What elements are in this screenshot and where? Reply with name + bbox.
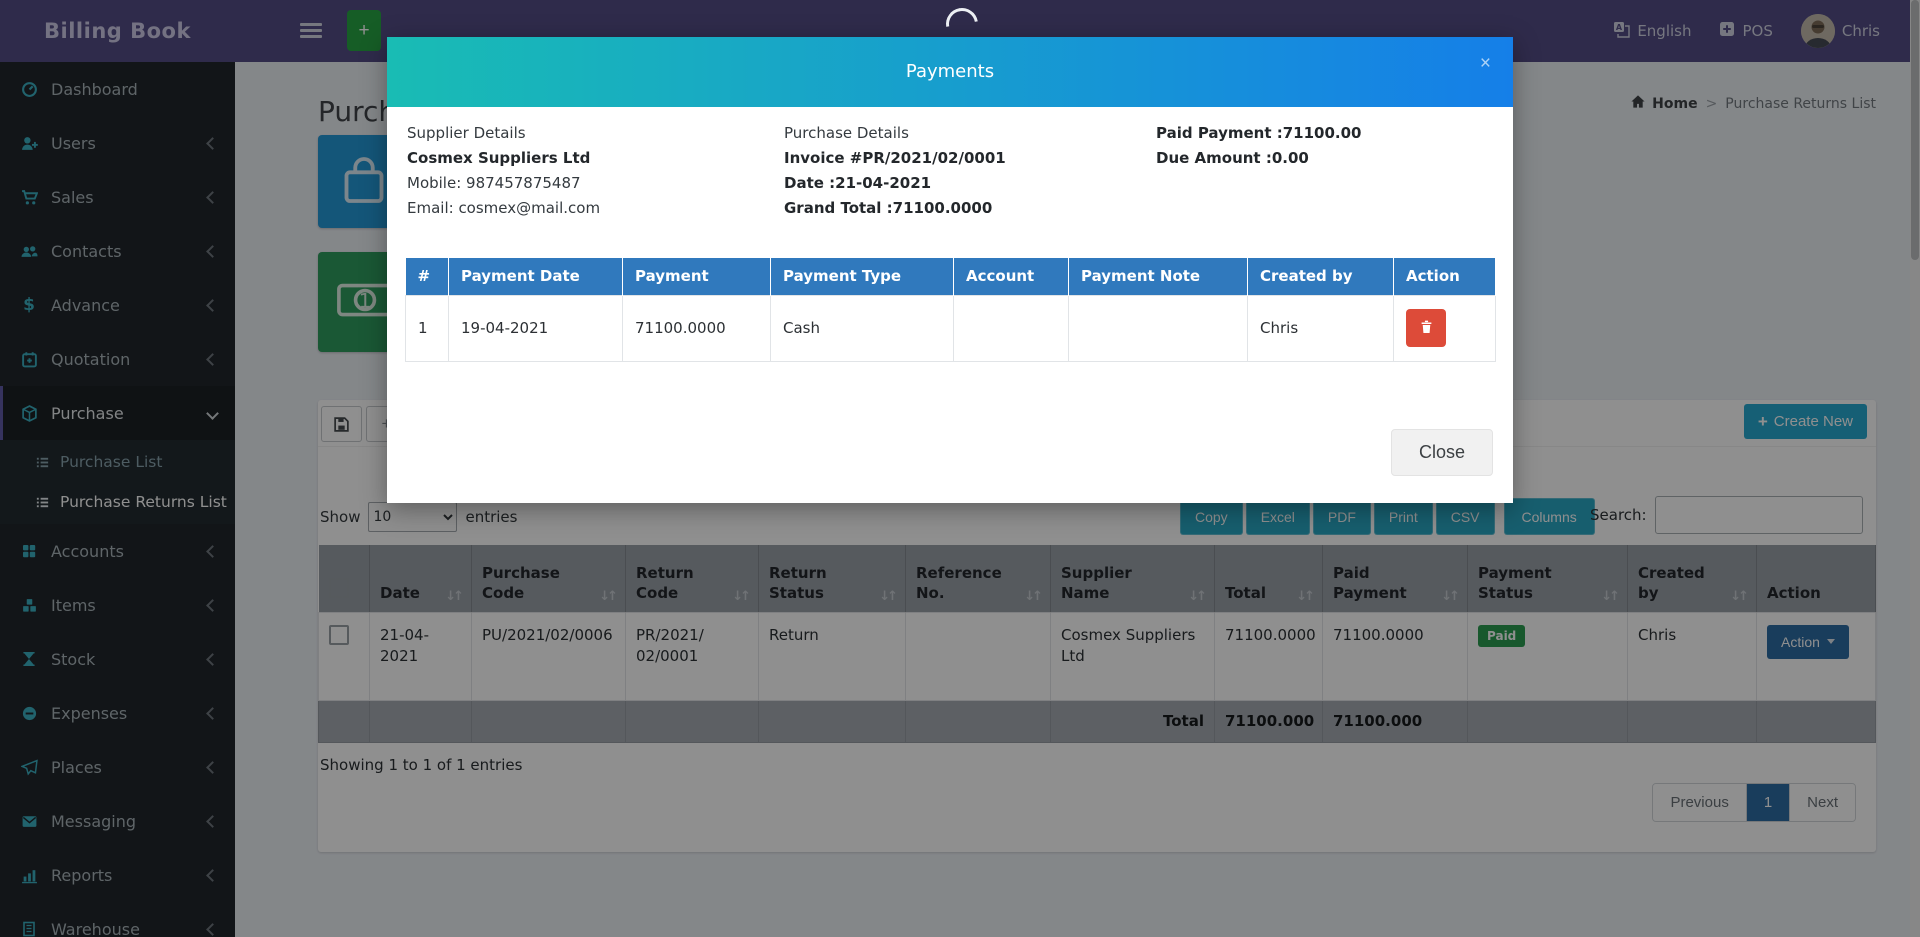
col-payment-note: Payment Note bbox=[1069, 258, 1248, 295]
payment-summary: Paid Payment :71100.00 Due Amount :0.00 bbox=[1156, 121, 1361, 221]
supplier-details: Supplier Details Cosmex Suppliers Ltd Mo… bbox=[407, 121, 784, 221]
payment-row: 1 19-04-2021 71100.0000 Cash Chris bbox=[406, 295, 1496, 361]
purchase-grand-total: Grand Total :71100.0000 bbox=[784, 196, 1156, 221]
supplier-email: Email: cosmex@mail.com bbox=[407, 196, 784, 221]
due-amount: Due Amount :0.00 bbox=[1156, 146, 1361, 171]
purchase-details-heading: Purchase Details bbox=[784, 121, 1156, 146]
close-icon[interactable]: × bbox=[1480, 54, 1491, 73]
payment-created-by: Chris bbox=[1248, 295, 1394, 361]
payment-details: Supplier Details Cosmex Suppliers Ltd Mo… bbox=[387, 121, 1513, 221]
payments-modal: Payments × Supplier Details Cosmex Suppl… bbox=[387, 37, 1513, 503]
purchase-date: Date :21-04-2021 bbox=[784, 171, 1156, 196]
col-payment-date: Payment Date bbox=[449, 258, 623, 295]
supplier-name: Cosmex Suppliers Ltd bbox=[407, 146, 784, 171]
payment-amount: 71100.0000 bbox=[623, 295, 771, 361]
col-payment: Payment bbox=[623, 258, 771, 295]
purchase-details: Purchase Details Invoice #PR/2021/02/000… bbox=[784, 121, 1156, 221]
payment-type: Cash bbox=[771, 295, 954, 361]
payment-account bbox=[954, 295, 1069, 361]
delete-payment-button[interactable] bbox=[1406, 309, 1446, 347]
supplier-mobile: Mobile: 987457875487 bbox=[407, 171, 784, 196]
modal-header: Payments × bbox=[387, 37, 1513, 107]
paid-payment: Paid Payment :71100.00 bbox=[1156, 121, 1361, 146]
payments-table: # Payment Date Payment Payment Type Acco… bbox=[405, 258, 1496, 362]
payment-num: 1 bbox=[406, 295, 449, 361]
purchase-invoice: Invoice #PR/2021/02/0001 bbox=[784, 146, 1156, 171]
col-num: # bbox=[406, 258, 449, 295]
modal-close-button[interactable]: Close bbox=[1391, 429, 1493, 476]
trash-icon bbox=[1419, 319, 1434, 338]
payment-note bbox=[1069, 295, 1248, 361]
payment-date: 19-04-2021 bbox=[449, 295, 623, 361]
col-created-by: Created by bbox=[1248, 258, 1394, 295]
col-action: Action bbox=[1394, 258, 1496, 295]
col-account: Account bbox=[954, 258, 1069, 295]
col-payment-type: Payment Type bbox=[771, 258, 954, 295]
payments-header-row: # Payment Date Payment Payment Type Acco… bbox=[406, 258, 1496, 295]
app-window: Billing Book + A English POS Chris bbox=[0, 0, 1920, 937]
supplier-details-heading: Supplier Details bbox=[407, 121, 784, 146]
modal-title: Payments bbox=[387, 37, 1513, 107]
payment-action-cell bbox=[1394, 295, 1496, 361]
